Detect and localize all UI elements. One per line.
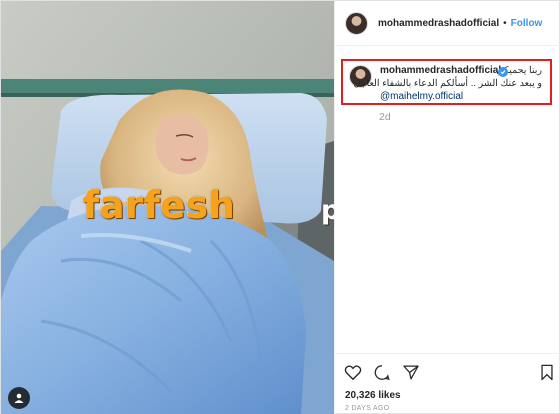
- comment-icon[interactable]: [373, 364, 391, 381]
- post-date: 2 DAYS AGO: [345, 405, 390, 412]
- bookmark-icon[interactable]: [540, 364, 554, 381]
- verified-badge-icon: [498, 67, 508, 77]
- author-avatar[interactable]: [345, 11, 368, 35]
- caption-username[interactable]: mohammedrashadofficial: [380, 65, 501, 76]
- user-tag-icon[interactable]: [8, 387, 30, 409]
- likes-count[interactable]: 20,326 likes: [345, 390, 401, 401]
- caption-text-line-2: و يبعد عنك الشر .. أسألكم الدعاء بالشفاء…: [353, 78, 542, 89]
- instagram-post-embed: farfesh plus.com mohammedrashadofficial …: [0, 0, 560, 414]
- follow-button[interactable]: Follow: [511, 18, 543, 29]
- hospital-bed-photo: [1, 1, 334, 414]
- caption-highlight: mohammedrashadofficial ربنا يحميكي و يبع…: [341, 59, 552, 105]
- post-side-panel: mohammedrashadofficial • Follow mohammed…: [334, 1, 560, 414]
- person-glyph: [14, 393, 24, 403]
- post-header: mohammedrashadofficial • Follow: [335, 1, 560, 46]
- post-photo[interactable]: farfesh plus.com: [1, 1, 334, 414]
- checkmark-glyph: [500, 70, 506, 75]
- author-username[interactable]: mohammedrashadofficial: [378, 18, 499, 29]
- caption-author: mohammedrashadofficial: [380, 65, 501, 76]
- heart-icon[interactable]: [344, 364, 362, 381]
- header-separator: •: [503, 17, 507, 29]
- share-icon[interactable]: [402, 364, 420, 381]
- action-bar: [335, 353, 560, 383]
- comment-time-ago: 2d: [379, 111, 391, 123]
- caption-mention-link[interactable]: @maihelmy.official: [380, 91, 463, 102]
